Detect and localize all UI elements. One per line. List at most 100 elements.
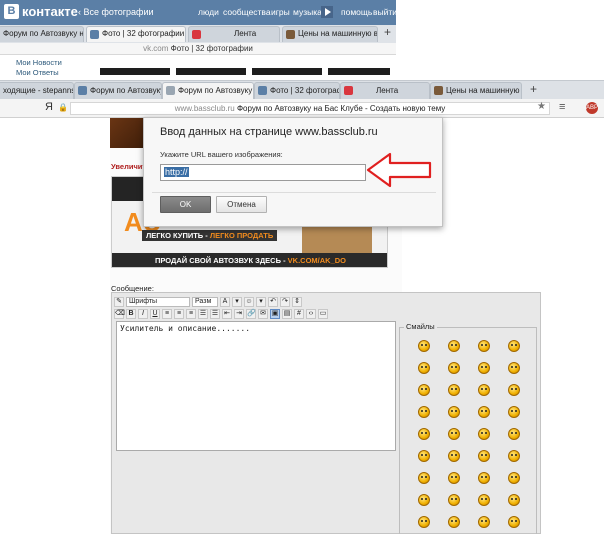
front-url-field[interactable]: www.bassclub.ru Форум по Автозвуку на Ба… — [70, 102, 550, 115]
smiley-icon[interactable] — [478, 340, 490, 352]
vk-nav-games[interactable]: игры — [271, 7, 290, 17]
front-tab-mail[interactable]: ходящие - stepannsk@ — [0, 82, 74, 99]
vk-tab-photos[interactable]: Фото | 32 фотографии — [86, 26, 186, 42]
undo-icon[interactable]: ↶ — [268, 297, 278, 307]
smiley-icon[interactable] — [418, 428, 430, 440]
underline-button[interactable]: U — [150, 309, 160, 319]
chevron-down-icon[interactable]: ▾ — [232, 297, 242, 307]
eraser-icon[interactable]: ⌫ — [114, 309, 125, 319]
vk-side-news[interactable]: Мои Новости — [16, 58, 62, 67]
smiley-icon[interactable] — [448, 428, 460, 440]
smiley-icon[interactable] — [418, 384, 430, 396]
align-right-icon[interactable]: ≡ — [186, 309, 196, 319]
ok-button[interactable]: OK — [160, 196, 211, 213]
smiley-icon[interactable] — [418, 406, 430, 418]
bullet-list-icon[interactable]: ☰ — [210, 309, 220, 319]
smiley-icon[interactable] — [478, 362, 490, 374]
indent-icon[interactable]: ⇥ — [234, 309, 244, 319]
switch-mode-icon[interactable]: ⇕ — [292, 297, 302, 307]
align-left-icon[interactable]: ≡ — [162, 309, 172, 319]
email-icon[interactable]: ✉ — [258, 309, 268, 319]
vk-nav-communities[interactable]: сообщества — [223, 7, 271, 17]
smiley-icon[interactable] — [508, 450, 520, 462]
smiley-icon[interactable] — [508, 516, 520, 528]
smiley-icon[interactable] — [508, 340, 520, 352]
lock-icon[interactable]: 🔒 — [58, 103, 68, 112]
front-tab-photos[interactable]: Фото | 32 фотографии — [254, 82, 340, 99]
align-center-icon[interactable]: ≡ — [174, 309, 184, 319]
smiley-icon[interactable] — [448, 384, 460, 396]
yandex-logo-icon[interactable]: Я — [45, 101, 53, 113]
vk-nav-help[interactable]: помощь — [341, 7, 372, 17]
smiley-icon[interactable] — [508, 362, 520, 374]
smiley-icon[interactable] — [448, 516, 460, 528]
hash-icon[interactable]: # — [294, 309, 304, 319]
smiley-icon[interactable] — [508, 428, 520, 440]
smiley-icon[interactable] — [418, 494, 430, 506]
vk-side-answers[interactable]: Мои Ответы — [16, 68, 59, 77]
bold-button[interactable]: B — [126, 309, 136, 319]
bookmark-star-icon[interactable]: ★ — [537, 101, 546, 112]
smiley-icon[interactable] — [448, 340, 460, 352]
front-tab-prices[interactable]: Цены на машинную выши — [430, 82, 522, 99]
smiley-icon[interactable] — [478, 406, 490, 418]
chevron-down-icon[interactable]: ▾ — [256, 297, 266, 307]
vk-photo-thumb[interactable] — [100, 68, 170, 75]
outdent-icon[interactable]: ⇤ — [222, 309, 232, 319]
new-tab-icon[interactable]: + — [530, 82, 537, 96]
front-tab-feed[interactable]: Лента — [340, 82, 430, 99]
smiley-icon[interactable] — [448, 494, 460, 506]
link-icon[interactable]: 🔗 — [246, 309, 256, 319]
smiley-icon[interactable] — [478, 516, 490, 528]
smiley-icon[interactable] — [478, 450, 490, 462]
vk-photo-thumb[interactable] — [176, 68, 246, 75]
image-url-input[interactable]: http:// — [160, 164, 366, 181]
vk-nav-music[interactable]: музыка — [293, 7, 322, 17]
smiley-icon[interactable] — [448, 406, 460, 418]
smiley-icon[interactable] — [508, 384, 520, 396]
redo-icon[interactable]: ↷ — [280, 297, 290, 307]
smiley-icon[interactable] — [418, 340, 430, 352]
smiley-icon[interactable] — [508, 472, 520, 484]
smiley-icon[interactable] — [478, 384, 490, 396]
front-tab-forum-2[interactable]: Форум по Автозвуку на Бас — [162, 82, 254, 99]
numbered-list-icon[interactable]: ☰ — [198, 309, 208, 319]
smiley-icon[interactable] — [478, 428, 490, 440]
smiley-icon[interactable] — [478, 472, 490, 484]
smiley-icon[interactable] — [508, 406, 520, 418]
vk-play-icon[interactable] — [321, 6, 333, 18]
code-icon[interactable]: ‹› — [306, 309, 316, 319]
size-dropdown[interactable]: Разм — [192, 297, 218, 307]
vk-photo-thumb[interactable] — [328, 68, 390, 75]
paint-icon[interactable]: ✎ — [114, 297, 124, 307]
vk-nav-logout[interactable]: выйти — [373, 7, 397, 17]
front-tab-forum-1[interactable]: Форум по Автозвуку на Бас — [74, 82, 162, 99]
cancel-button[interactable]: Отмена — [216, 196, 267, 213]
font-dropdown[interactable]: Шрифты — [126, 297, 190, 307]
vk-address-bar[interactable]: vk.com Фото | 32 фотографии — [0, 43, 396, 55]
smiley-icon[interactable] — [448, 450, 460, 462]
php-icon[interactable]: ▭ — [318, 309, 328, 319]
vk-tab-feed[interactable]: Лента — [188, 26, 280, 42]
new-tab-icon[interactable]: + — [384, 25, 391, 39]
vk-tab-prices[interactable]: Цены на машинную вышив — [282, 26, 378, 42]
adblock-icon[interactable]: ABP — [586, 102, 598, 114]
smiley-icon[interactable] — [418, 472, 430, 484]
text-color-icon[interactable]: A — [220, 297, 230, 307]
vk-tab-forum[interactable]: Форум по Автозвуку на Бас — [0, 26, 84, 42]
vk-logo[interactable]: В контакте — [4, 4, 78, 19]
smiley-icon[interactable] — [418, 516, 430, 528]
smiley-icon[interactable] — [448, 362, 460, 374]
vk-nav-people[interactable]: люди — [198, 7, 219, 17]
smiley-icon[interactable] — [478, 494, 490, 506]
smiley-icon[interactable] — [508, 494, 520, 506]
insert-image-icon[interactable]: ▣ — [270, 309, 280, 319]
smiley-icon[interactable] — [418, 362, 430, 374]
italic-button[interactable]: I — [138, 309, 148, 319]
smiley-icon[interactable]: ☺ — [244, 297, 254, 307]
browser-menu-icon[interactable]: ≡ — [559, 101, 565, 113]
media-icon[interactable]: ▤ — [282, 309, 292, 319]
vk-all-photos-link[interactable]: ‹ Все фотографии — [78, 7, 154, 17]
smiley-icon[interactable] — [418, 450, 430, 462]
vk-photo-thumb[interactable] — [252, 68, 322, 75]
